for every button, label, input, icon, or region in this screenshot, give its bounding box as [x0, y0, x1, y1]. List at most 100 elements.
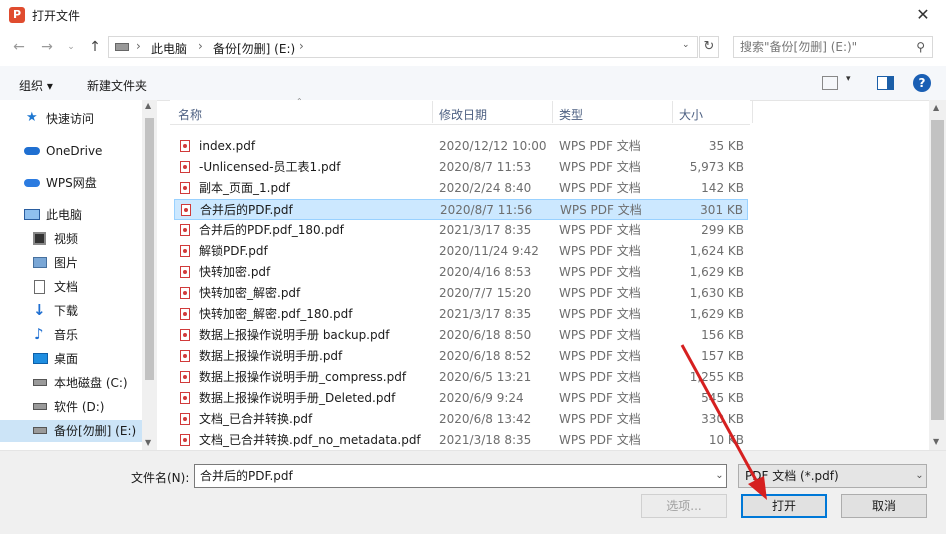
file-row[interactable]: 文档_已合并转换.pdf_no_metadata.pdf 2021/3/18 8:… [174, 430, 748, 451]
file-row[interactable]: 合并后的PDF.pdf 2020/8/7 11:56 WPS PDF 文档 301 K… [174, 199, 748, 220]
nav-item-wps-cloud[interactable]: WPS网盘 [0, 172, 142, 194]
scroll-up-arrow-icon[interactable]: ▲ [145, 101, 151, 110]
scroll-down-arrow-icon[interactable]: ▼ [145, 438, 151, 447]
pdf-file-icon [180, 224, 190, 236]
back-arrow-icon[interactable]: ← [10, 38, 28, 56]
view-options-icon[interactable] [822, 76, 838, 90]
column-divider[interactable] [552, 101, 553, 123]
cloud-icon [24, 179, 40, 187]
file-size: 301 KB [700, 203, 743, 217]
search-input[interactable]: 搜索"备份[勿删] (E:)" ⚲ [733, 36, 933, 58]
file-type: WPS PDF 文档 [560, 203, 642, 217]
file-type-filter[interactable]: PDF 文档 (*.pdf) [738, 464, 927, 488]
file-row[interactable]: -Unlicensed-员工表1.pdf 2020/8/7 11:53 WPS PD… [174, 157, 748, 178]
file-type: WPS PDF 文档 [559, 265, 641, 279]
refresh-icon[interactable]: ↻ [699, 36, 719, 58]
file-size: 142 KB [701, 181, 744, 195]
file-size: 1,629 KB [689, 265, 744, 279]
file-name: 合并后的PDF.pdf_180.pdf [199, 223, 344, 237]
breadcrumb-chevron-icon: › [198, 39, 203, 53]
filename-history-chevron-icon[interactable]: ⌄ [712, 464, 727, 488]
file-row[interactable]: 数据上报操作说明手册_Deleted.pdf 2020/6/9 9:24 WPS P… [174, 388, 748, 409]
title-bar [0, 0, 946, 32]
file-name: 数据上报操作说明手册 backup.pdf [199, 328, 390, 342]
file-row[interactable]: 合并后的PDF.pdf_180.pdf 2021/3/17 8:35 WPS PDF… [174, 220, 748, 241]
file-date: 2020/8/7 11:53 [439, 160, 532, 174]
file-row[interactable]: 快转加密.pdf 2020/4/16 8:53 WPS PDF 文档 1,629 KB [174, 262, 748, 283]
nav-pane-scrollbar-thumb[interactable] [145, 118, 154, 380]
nav-item-quick-access[interactable]: ★ 快速访问 [0, 108, 142, 130]
file-row[interactable]: index.pdf 2020/12/12 10:00 WPS PDF 文档 35 KB [174, 136, 748, 157]
file-row[interactable]: 数据上报操作说明手册_compress.pdf 2020/6/5 13:21 WPS… [174, 367, 748, 388]
nav-item-videos[interactable]: 视频 [0, 228, 142, 250]
file-row[interactable]: 副本_页面_1.pdf 2020/2/24 8:40 WPS PDF 文档 142 K… [174, 178, 748, 199]
nav-item-downloads[interactable]: ↓ 下载 [0, 300, 142, 322]
scroll-up-arrow-icon[interactable]: ▲ [933, 103, 939, 112]
nav-item-music[interactable]: ♪ 音乐 [0, 324, 142, 346]
file-date: 2020/6/18 8:52 [439, 349, 532, 363]
file-name: 副本_页面_1.pdf [199, 181, 290, 195]
cancel-button[interactable]: 取消 [841, 494, 927, 518]
view-dropdown-chevron-icon[interactable]: ▾ [846, 74, 851, 84]
organize-button[interactable]: 组织 ▾ [19, 77, 53, 94]
file-name: -Unlicensed-员工表1.pdf [199, 160, 341, 174]
picture-icon [33, 257, 47, 268]
nav-item-drive-e[interactable]: 备份[勿删] (E:) [0, 420, 142, 442]
help-icon[interactable]: ? [913, 74, 931, 92]
column-header-name[interactable]: 名称 [178, 106, 202, 123]
desktop-icon [33, 353, 48, 364]
file-row[interactable]: 解锁PDF.pdf 2020/11/24 9:42 WPS PDF 文档 1,624 … [174, 241, 748, 262]
file-row[interactable]: 快转加密_解密.pdf_180.pdf 2021/3/17 8:35 WPS PDF… [174, 304, 748, 325]
search-placeholder: 搜索"备份[勿删] (E:)" [740, 40, 858, 54]
file-date: 2020/6/5 13:21 [439, 370, 532, 384]
pdf-file-icon [180, 413, 190, 425]
nav-item-documents[interactable]: 文档 [0, 276, 142, 298]
address-bar[interactable]: › 此电脑 › 备份[勿删] (E:) › ⌄ [108, 36, 698, 58]
file-size: 157 KB [701, 349, 744, 363]
close-icon[interactable]: ✕ [912, 4, 934, 26]
scroll-down-arrow-icon[interactable]: ▼ [933, 437, 939, 446]
breadcrumb-this-pc[interactable]: 此电脑 [151, 40, 187, 57]
file-row[interactable]: 数据上报操作说明手册.pdf 2020/6/18 8:52 WPS PDF 文档 15… [174, 346, 748, 367]
nav-item-pictures[interactable]: 图片 [0, 252, 142, 274]
column-header-date[interactable]: 修改日期 [439, 106, 487, 123]
breadcrumb-drive-e[interactable]: 备份[勿删] (E:) [213, 40, 295, 57]
file-size: 156 KB [701, 328, 744, 342]
music-icon: ♪ [34, 325, 44, 343]
file-row[interactable]: 文档_已合并转换.pdf 2020/6/8 13:42 WPS PDF 文档 330 … [174, 409, 748, 430]
nav-item-onedrive[interactable]: OneDrive [0, 140, 142, 162]
column-divider[interactable] [672, 101, 673, 123]
file-row[interactable]: 数据上报操作说明手册 backup.pdf 2020/6/18 8:50 WPS P… [174, 325, 748, 346]
column-header-size[interactable]: 大小 [679, 106, 703, 123]
up-arrow-icon[interactable]: ↑ [86, 38, 104, 56]
file-name: 数据上报操作说明手册_Deleted.pdf [199, 391, 396, 405]
star-icon: ★ [26, 110, 38, 125]
file-list-scrollbar-thumb[interactable] [931, 120, 944, 420]
drive-icon [33, 427, 47, 434]
options-button[interactable]: 选项... [641, 494, 727, 518]
nav-item-drive-c[interactable]: 本地磁盘 (C:) [0, 372, 142, 394]
file-date: 2020/6/9 9:24 [439, 391, 524, 405]
new-folder-button[interactable]: 新建文件夹 [87, 77, 147, 94]
forward-arrow-icon[interactable]: → [38, 38, 56, 56]
filename-input[interactable]: 合并后的PDF.pdf [194, 464, 727, 488]
pdf-file-icon [180, 308, 190, 320]
address-dropdown-chevron-icon[interactable]: ⌄ [682, 40, 690, 50]
nav-item-this-pc[interactable]: 此电脑 [0, 204, 142, 226]
wps-pdf-app-icon: P [9, 7, 25, 23]
column-divider[interactable] [432, 101, 433, 123]
preview-pane-icon[interactable] [877, 76, 894, 90]
file-row[interactable]: 快转加密_解密.pdf 2020/7/7 15:20 WPS PDF 文档 1,630… [174, 283, 748, 304]
filter-chevron-icon[interactable]: ⌄ [912, 464, 927, 488]
column-divider[interactable] [752, 101, 753, 123]
file-size: 1,630 KB [689, 286, 744, 300]
nav-item-drive-d[interactable]: 软件 (D:) [0, 396, 142, 418]
pdf-file-icon [180, 329, 190, 341]
file-name: 合并后的PDF.pdf [200, 203, 293, 217]
drive-icon [33, 379, 47, 386]
recent-locations-chevron-icon[interactable]: ⌄ [62, 38, 80, 56]
pdf-file-icon [180, 287, 190, 299]
nav-item-desktop[interactable]: 桌面 [0, 348, 142, 370]
column-header-type[interactable]: 类型 [559, 106, 583, 123]
open-button[interactable]: 打开 [741, 494, 827, 518]
